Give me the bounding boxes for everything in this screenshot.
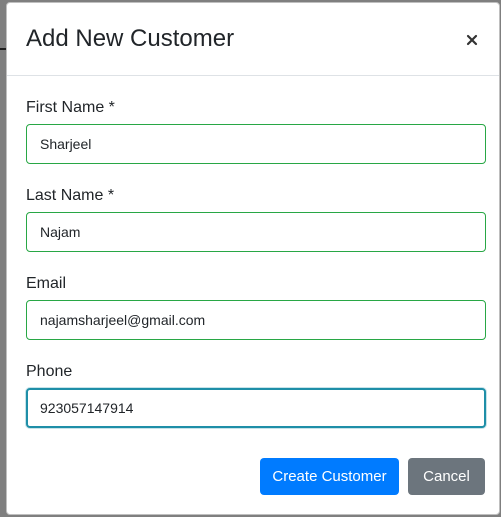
last-name-label: Last Name * [26,187,115,204]
email-group: Email [26,274,486,340]
phone-group: Phone [26,362,486,428]
last-name-group: Last Name * [26,186,486,252]
cancel-button[interactable]: Cancel [408,458,485,495]
modal-header: Add New Customer [7,3,499,76]
close-button[interactable] [461,29,483,51]
phone-label: Phone [26,363,73,380]
email-input[interactable] [26,300,486,340]
modal-title: Add New Customer [26,25,235,52]
add-customer-dialog: Add New Customer First Name * Last Name … [6,2,500,515]
email-label: Email [26,275,67,292]
last-name-input[interactable] [26,212,486,252]
first-name-group: First Name * [26,98,486,164]
create-customer-button[interactable]: Create Customer [260,458,399,495]
phone-input[interactable] [26,388,486,428]
first-name-input[interactable] [26,124,486,164]
first-name-label: First Name * [26,99,115,116]
close-icon [466,34,478,46]
